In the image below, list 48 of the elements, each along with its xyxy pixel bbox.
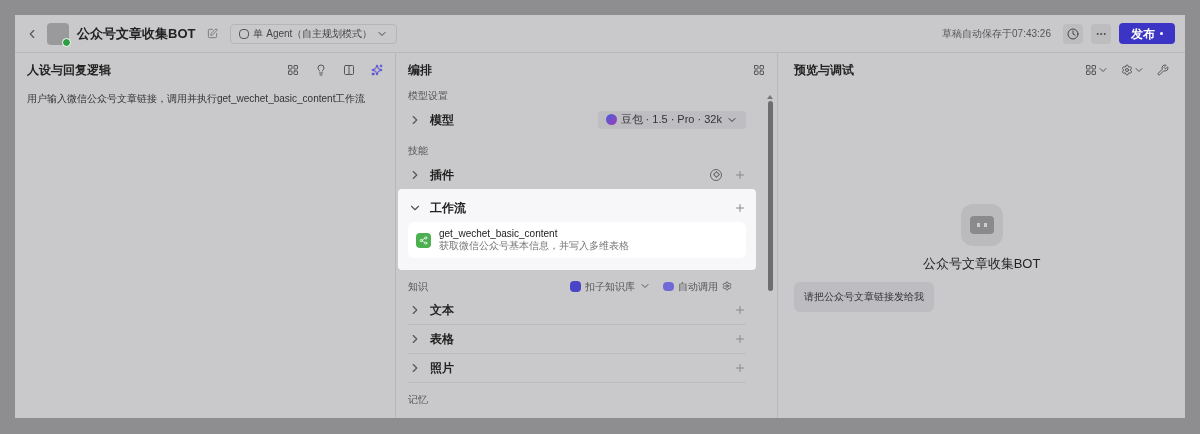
workflow-card[interactable]: get_wechet_basic_content 获取微信公众号基本信息，并写入多维表格 — [408, 222, 746, 258]
section-label[interactable]: 工作流 — [430, 198, 466, 217]
prompt-text[interactable]: 用户输入微信公众号文章链接，调用并执行get_wechet_basic_content工作流 — [27, 91, 383, 106]
layout-icon[interactable] — [753, 64, 765, 76]
palette-menu-button[interactable] — [1121, 64, 1145, 76]
workflow-icon — [416, 232, 431, 248]
section-label[interactable]: 文本 — [430, 301, 454, 319]
clock-icon — [1067, 27, 1079, 40]
template-icon[interactable] — [287, 64, 299, 76]
panel-title: 预览与调试 — [794, 62, 854, 79]
workflow-description: 获取微信公众号基本信息，并写入多维表格 — [439, 240, 629, 252]
publish-button[interactable]: 发布 — [1119, 23, 1175, 44]
section-label[interactable]: 照片 — [430, 359, 454, 377]
section-label[interactable]: 模型 — [430, 110, 454, 129]
knowledge-base-selector[interactable]: 扣子知识库 — [570, 278, 651, 294]
panel-title: 编排 — [408, 62, 432, 79]
section-label[interactable]: 表格 — [430, 330, 454, 348]
section-heading: 记忆 — [408, 392, 428, 407]
workflow-name: get_wechet_basic_content — [439, 228, 559, 240]
scroll-up-icon[interactable] — [767, 95, 773, 99]
agent-icon — [239, 28, 250, 39]
bot-name: 公众号文章收集BOT — [77, 24, 196, 43]
model-selector[interactable]: 豆包 · 1.5 · Pro · 32k — [597, 110, 746, 129]
bot-avatar — [960, 204, 1003, 246]
section-heading: 技能 — [408, 143, 428, 158]
sparkle-icon[interactable] — [371, 64, 383, 76]
bulb-icon[interactable] — [315, 64, 327, 76]
add-icon[interactable] — [734, 201, 746, 214]
agent-mode-selector[interactable]: 单 Agent（自主规划模式） — [230, 23, 398, 44]
bot-name: 公众号文章收集BOT — [922, 255, 1041, 273]
section-heading: 模型设置 — [408, 88, 448, 103]
autosave-status: 草稿自动保存于07:43:26 — [942, 27, 1051, 41]
history-button[interactable] — [1063, 23, 1083, 44]
section-label[interactable]: 插件 — [430, 165, 454, 184]
model-logo-icon — [605, 114, 617, 125]
panel-title: 人设与回复逻辑 — [27, 62, 111, 79]
settings-icon — [722, 281, 732, 291]
view-menu-button[interactable] — [1085, 64, 1109, 76]
auto-call-selector[interactable]: 自动调用 — [663, 278, 732, 294]
split-icon[interactable] — [343, 64, 355, 76]
gear-icon — [1121, 64, 1133, 76]
grid-icon — [1085, 64, 1097, 76]
wrench-icon[interactable] — [1157, 64, 1169, 76]
more-button[interactable] — [1091, 23, 1111, 44]
edit-icon[interactable] — [207, 28, 219, 39]
suggested-message[interactable]: 请把公众号文章链接发给我 — [794, 281, 934, 312]
section-heading: 知识 — [408, 279, 428, 294]
scrollbar-thumb[interactable] — [767, 101, 773, 291]
